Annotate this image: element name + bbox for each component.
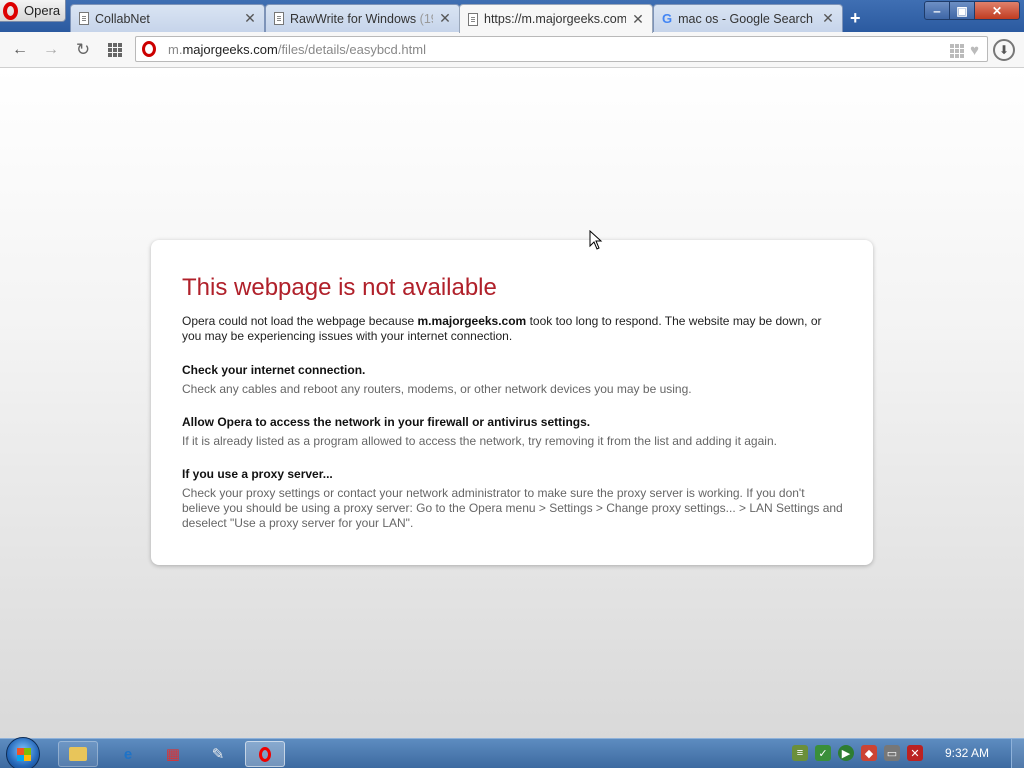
tab-title: https://m.majorgeeks.com bbox=[484, 12, 626, 26]
new-tab-button[interactable]: + bbox=[850, 8, 861, 29]
section-heading: Check your internet connection. bbox=[182, 363, 366, 377]
grid-icon bbox=[108, 43, 122, 57]
taskbar: e ▦ ✎ ≡ ✓ ▶ ◆ ▭ ✕ 9:32 AM bbox=[0, 737, 1024, 768]
page-icon bbox=[274, 12, 284, 25]
security-icon[interactable]: ✓ bbox=[815, 745, 831, 761]
tab-close-icon[interactable]: ✕ bbox=[822, 10, 834, 27]
network-icon[interactable]: ≡ bbox=[792, 745, 808, 761]
tiles-icon[interactable] bbox=[950, 43, 965, 58]
error-title: This webpage is not available bbox=[182, 274, 497, 301]
media-icon[interactable]: ▶ bbox=[838, 745, 854, 761]
tab-majorgeeks[interactable]: https://m.majorgeeks.com ✕ bbox=[459, 4, 653, 33]
tab-rawwrite[interactable]: RawWrite for Windows (19 ✕ bbox=[265, 4, 460, 32]
tab-collabnet[interactable]: CollabNet ✕ bbox=[70, 4, 265, 32]
error-host: m.majorgeeks.com bbox=[417, 314, 527, 328]
page-icon bbox=[468, 12, 478, 26]
heart-icon[interactable]: ♥ bbox=[970, 42, 979, 59]
reload-button[interactable]: ↻ bbox=[72, 39, 94, 61]
page-content: This webpage is not available Opera coul… bbox=[0, 68, 1024, 738]
opera-menu-button[interactable]: Opera bbox=[0, 0, 66, 22]
section-proxy: If you use a proxy server... Check your … bbox=[182, 467, 843, 531]
tab-title: RawWrite for Windows (19 bbox=[290, 11, 433, 26]
google-icon: G bbox=[662, 11, 673, 26]
app-tray-icon[interactable]: ◆ bbox=[861, 745, 877, 761]
minimize-button[interactable]: ‒ bbox=[924, 1, 950, 20]
show-desktop-button[interactable] bbox=[1011, 739, 1024, 768]
address-host: majorgeeks.com bbox=[182, 41, 278, 57]
tab-close-icon[interactable]: ✕ bbox=[632, 11, 644, 28]
volume-muted-icon[interactable]: ✕ bbox=[907, 745, 923, 761]
tab-title: CollabNet bbox=[95, 11, 150, 26]
close-window-button[interactable]: ✕ bbox=[974, 1, 1020, 20]
section-firewall: Allow Opera to access the network in you… bbox=[182, 415, 843, 449]
internet-explorer-icon[interactable]: e bbox=[108, 741, 148, 767]
opera-taskbar-icon[interactable] bbox=[245, 741, 285, 767]
address-path: /files/details/easybcd.html bbox=[277, 41, 426, 57]
clock[interactable]: 9:32 AM bbox=[945, 746, 989, 760]
back-button[interactable]: ← bbox=[9, 39, 31, 61]
start-button[interactable] bbox=[6, 737, 40, 768]
tab-close-icon[interactable]: ✕ bbox=[244, 10, 256, 27]
address-bar-extras: ♥ bbox=[950, 42, 979, 59]
download-icon[interactable]: ⬇ bbox=[993, 39, 1015, 61]
section-body: Check any cables and reboot any routers,… bbox=[182, 382, 692, 396]
section-heading: If you use a proxy server... bbox=[182, 467, 333, 481]
forward-button[interactable]: → bbox=[40, 39, 62, 61]
app-icon[interactable]: ▦ bbox=[153, 741, 193, 767]
opera-site-icon bbox=[142, 41, 156, 57]
windows-logo-icon bbox=[17, 748, 31, 761]
title-bar: Opera CollabNet ✕ RawWrite for Windows (… bbox=[0, 0, 1024, 33]
page-icon bbox=[79, 12, 89, 25]
error-card: This webpage is not available Opera coul… bbox=[151, 240, 873, 565]
error-intro: Opera could not load the webpage because… bbox=[182, 314, 822, 343]
section-connection: Check your internet connection. Check an… bbox=[182, 363, 843, 397]
display-icon[interactable]: ▭ bbox=[884, 745, 900, 761]
section-heading: Allow Opera to access the network in you… bbox=[182, 415, 591, 429]
opera-logo-icon bbox=[3, 1, 18, 20]
address-prefix: m. bbox=[168, 41, 183, 57]
section-body: If it is already listed as a program all… bbox=[182, 434, 777, 448]
tab-google-search[interactable]: G mac os - Google Search ✕ bbox=[653, 4, 843, 32]
explorer-icon[interactable] bbox=[58, 741, 98, 767]
tab-title: mac os - Google Search bbox=[678, 11, 813, 26]
browser-toolbar: ← → ↻ m. majorgeeks.com/files/details/eas… bbox=[0, 32, 1024, 68]
tab-close-icon[interactable]: ✕ bbox=[439, 10, 451, 27]
address-bar[interactable]: m. majorgeeks.com/files/details/easybcd.h… bbox=[135, 36, 988, 62]
app-icon[interactable]: ✎ bbox=[198, 741, 238, 767]
system-tray: ≡ ✓ ▶ ◆ ▭ ✕ bbox=[792, 745, 923, 761]
opera-menu-label: Opera bbox=[24, 3, 61, 18]
maximize-button[interactable]: ▣ bbox=[949, 1, 975, 20]
section-body: Check your proxy settings or contact you… bbox=[182, 486, 843, 530]
speed-dial-button[interactable] bbox=[104, 39, 126, 61]
